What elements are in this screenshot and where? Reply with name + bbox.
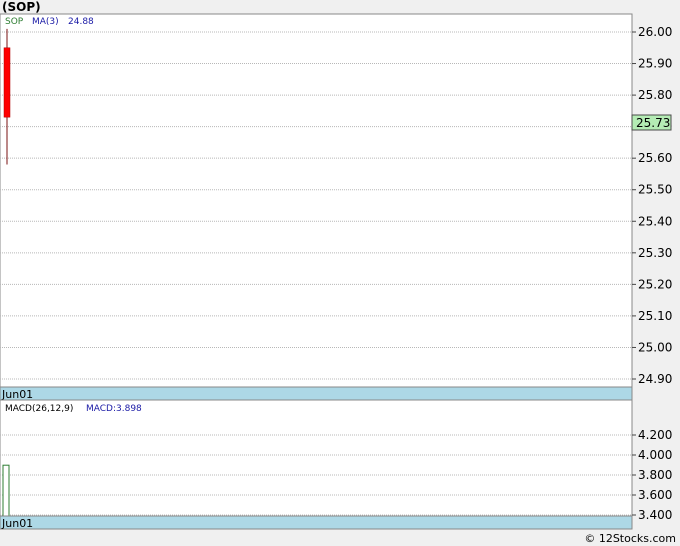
macd-tick-label: 3.600: [638, 488, 672, 502]
price-date-label: Jun01: [1, 388, 33, 401]
macd-tick-label: 4.200: [638, 428, 672, 442]
macd-bar: [2, 464, 10, 517]
price-tick-label: 25.20: [638, 277, 672, 291]
copyright-footer: © 12Stocks.com: [584, 532, 676, 545]
macd-tick-label: 4.000: [638, 448, 672, 462]
price-tick-label: 25.40: [638, 214, 672, 228]
macd-tick-label: 3.400: [638, 508, 672, 522]
macd-date-label: Jun01: [1, 517, 33, 530]
price-tick-label: 25.10: [638, 309, 672, 323]
macd-axis-ticks: 4.200 4.000 3.800 3.600 3.400: [632, 428, 672, 522]
price-tick-label: 25.60: [638, 151, 672, 165]
price-axis-ticks: 26.0025.9025.8025.7025.6025.5025.4025.30…: [632, 25, 672, 386]
price-tick-label: 25.30: [638, 246, 672, 260]
ma-label: MA(3): [32, 17, 59, 27]
current-price-label: 25.73: [636, 116, 670, 130]
candle-body: [3, 47, 11, 118]
chart-title: (SOP): [2, 0, 41, 14]
price-date-band: [0, 386, 633, 401]
macd-tick-label: 3.800: [638, 468, 672, 482]
price-plot-area: [0, 13, 633, 388]
price-tick-label: 25.50: [638, 183, 672, 197]
price-tick-label: 24.90: [638, 372, 672, 386]
chart-frame: 26.0025.9025.8025.7025.6025.5025.4025.30…: [0, 13, 672, 530]
macd-value-label: MACD:3.898: [86, 404, 142, 414]
macd-plot-area: [0, 399, 633, 517]
ticker-label: SOP: [5, 17, 24, 27]
price-tick-label: 26.00: [638, 25, 672, 39]
price-tick-label: 25.00: [638, 340, 672, 354]
price-tick-label: 25.90: [638, 57, 672, 71]
macd-bars: [2, 464, 10, 517]
ma-value: 24.88: [68, 17, 94, 27]
macd-date-band: [0, 515, 633, 530]
price-tick-label: 25.80: [638, 88, 672, 102]
macd-label: MACD(26,12,9): [5, 404, 73, 414]
